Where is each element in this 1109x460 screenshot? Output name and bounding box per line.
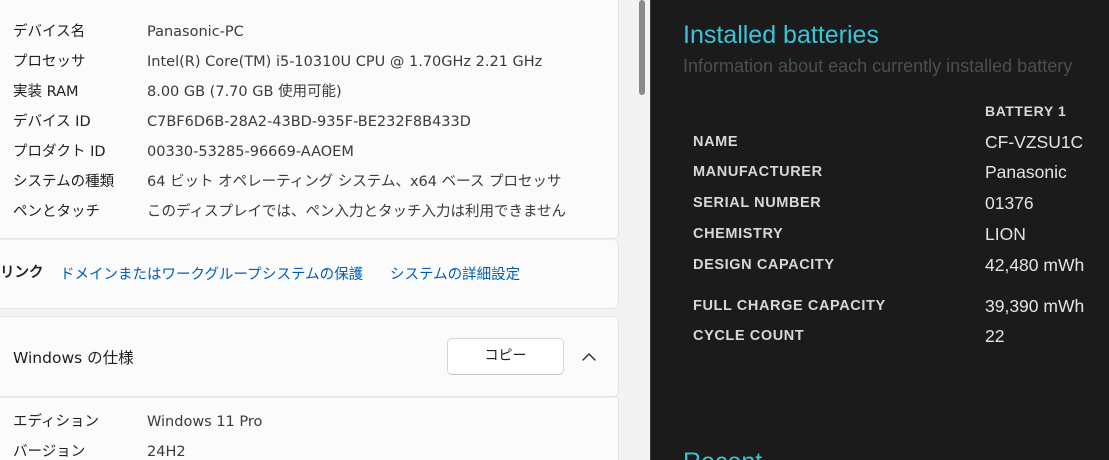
battery-key: SERIAL NUMBER — [693, 195, 822, 211]
battery-column-header: BATTERY 1 — [985, 103, 1067, 119]
installed-batteries-subtitle: Information about each currently install… — [683, 56, 1073, 76]
battery-key: CYCLE COUNT — [693, 328, 805, 344]
link-advanced-system-settings[interactable]: システムの詳細設定 — [390, 263, 520, 284]
spec-label: プロセッサ — [13, 54, 86, 70]
battery-key: NAME — [693, 134, 739, 150]
link-domain-workgroup[interactable]: ドメインまたはワークグループ — [60, 263, 262, 284]
spec-value: Intel(R) Core(TM) i5-10310U CPU @ 1.70GH… — [147, 54, 543, 70]
link-system-protection[interactable]: システムの保護 — [262, 263, 363, 284]
screen: デバイス名 Panasonic-PC プロセッサ Intel(R) Core(T… — [0, 0, 1109, 460]
spec-label: バージョン — [13, 444, 86, 460]
spec-value: 8.00 GB (7.70 GB 使用可能) — [147, 84, 342, 100]
battery-key: DESIGN CAPACITY — [693, 257, 835, 273]
vertical-scrollbar-thumb[interactable] — [639, 0, 645, 95]
battery-key: MANUFACTURER — [693, 164, 823, 180]
device-specifications-card: デバイス名 Panasonic-PC プロセッサ Intel(R) Core(T… — [0, 0, 619, 239]
spec-value: Windows 11 Pro — [147, 414, 263, 430]
settings-about-panel: デバイス名 Panasonic-PC プロセッサ Intel(R) Core(T… — [0, 0, 650, 460]
chevron-up-icon[interactable] — [580, 348, 598, 366]
spec-value: Panasonic-PC — [147, 24, 244, 40]
installed-batteries-heading: Installed batteries — [683, 21, 879, 49]
battery-key: FULL CHARGE CAPACITY — [693, 298, 886, 314]
copy-button[interactable]: コピー — [447, 338, 564, 375]
windows-specifications-header[interactable]: Windows の仕様 コピー — [0, 316, 619, 397]
battery-value: 42,480 mWh — [985, 255, 1085, 275]
spec-label: デバイス ID — [13, 114, 91, 130]
spec-value: 24H2 — [147, 444, 186, 460]
spec-label: エディション — [13, 414, 99, 430]
battery-value: Panasonic — [985, 162, 1067, 182]
battery-value: 39,390 mWh — [985, 296, 1085, 316]
spec-label: プロダクト ID — [13, 144, 106, 160]
battery-report-panel: Installed batteries Information about ea… — [650, 0, 1109, 460]
battery-key: CHEMISTRY — [693, 226, 784, 242]
spec-value: 64 ビット オペレーティング システム、x64 ベース プロセッサ — [147, 174, 562, 190]
battery-value: LION — [985, 224, 1026, 244]
windows-specifications-title: Windows の仕様 — [13, 349, 134, 367]
related-links-label: リンク — [0, 265, 44, 281]
spec-value: C7BF6D6B-28A2-43BD-935F-BE232F8B433D — [147, 114, 471, 130]
battery-value: 22 — [985, 326, 1005, 346]
windows-specifications-card: エディション Windows 11 Pro バージョン 24H2 — [0, 397, 619, 460]
spec-label: デバイス名 — [13, 24, 86, 40]
spec-value: 00330-53285-96669-AAOEM — [147, 144, 354, 160]
battery-value: 01376 — [985, 193, 1034, 213]
battery-value: CF-VZSU1C — [985, 132, 1084, 152]
spec-value: このディスプレイでは、ペン入力とタッチ入力は利用できません — [147, 204, 567, 220]
spec-label: システムの種類 — [13, 174, 115, 190]
next-section-heading: Recent — [683, 448, 762, 460]
related-links-bar: リンク ドメインまたはワークグループ システムの保護 システムの詳細設定 — [0, 239, 619, 309]
spec-label: 実装 RAM — [13, 84, 79, 100]
spec-label: ペンとタッチ — [13, 204, 100, 220]
